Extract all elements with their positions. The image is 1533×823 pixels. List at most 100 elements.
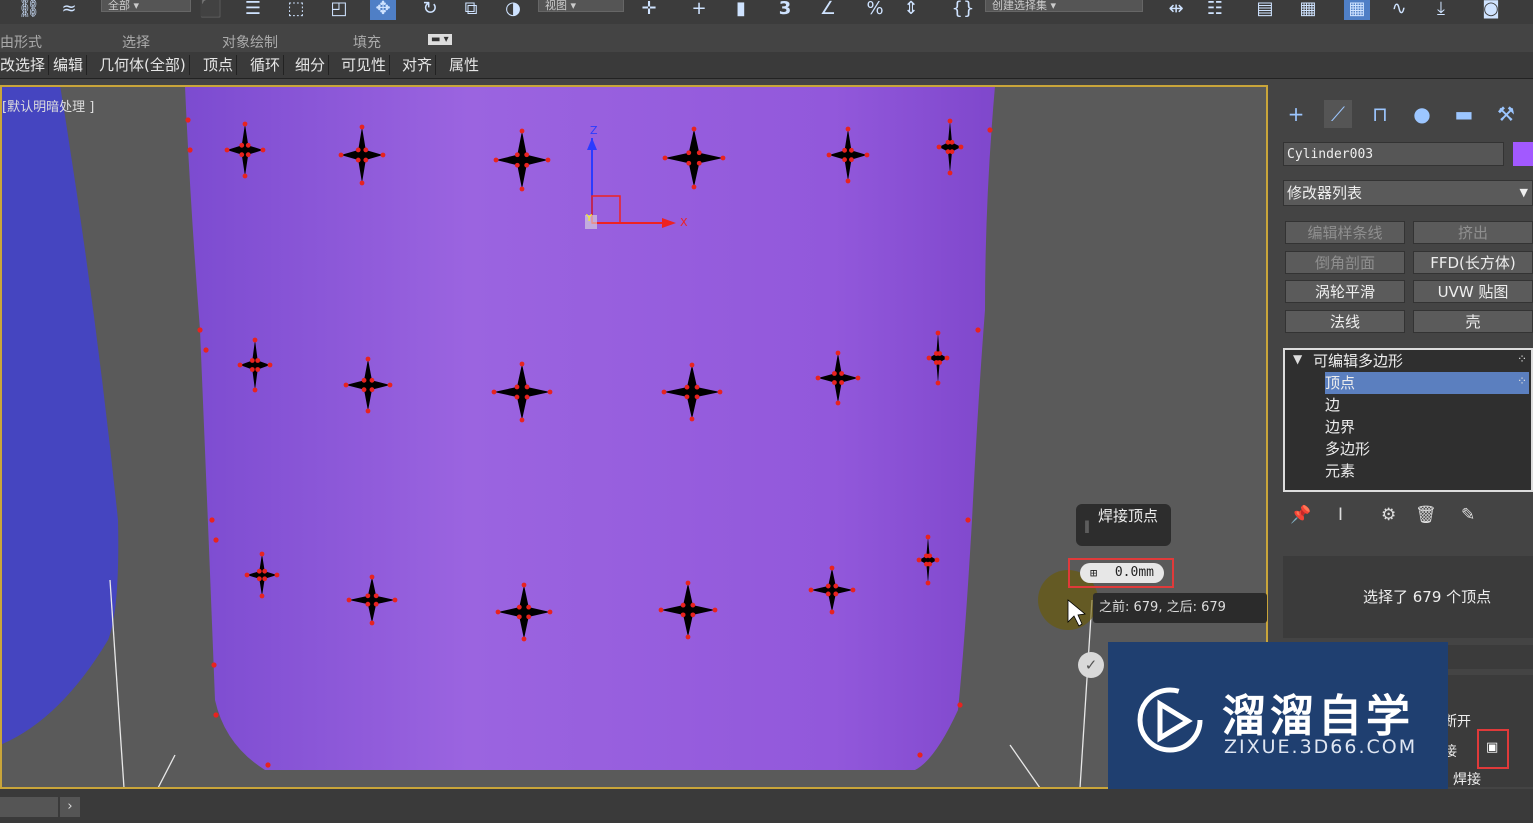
stack-editable-poly[interactable]: 可编辑多边形 [1313, 350, 1403, 372]
stack-polygon[interactable]: 多边形 [1325, 438, 1370, 460]
ribbon-options-icon[interactable]: ▬ ▾ [428, 34, 452, 45]
vertex-dot [361, 387, 367, 393]
weld-caddy[interactable]: ‖ 焊接顶点 [1076, 504, 1171, 546]
vertex-dot [521, 582, 527, 588]
reference-coord-dropdown[interactable]: 视图 ▾ [538, 0, 624, 12]
object-color-swatch[interactable] [1513, 142, 1533, 166]
mod-turbosmooth-button[interactable]: 涡轮平滑 [1285, 280, 1405, 303]
configure-sets-icon[interactable]: ✎ [1461, 505, 1475, 525]
vertex-dot [680, 612, 686, 618]
pivot-icon[interactable]: ✛ [636, 0, 662, 20]
ribbon-subdivide[interactable]: 细分 [292, 55, 330, 75]
named-selection-dropdown[interactable]: 创建选择集 ▾ [985, 0, 1143, 12]
tab-populate[interactable]: 填充 [353, 32, 381, 52]
tab-selection[interactable]: 选择 [122, 32, 150, 52]
ribbon-edit[interactable]: 编辑 [50, 55, 88, 75]
layer-explorer-icon[interactable]: ▤ [1252, 0, 1278, 20]
ribbon-properties[interactable]: 属性 [446, 55, 482, 75]
snap-toggle-icon[interactable]: + [686, 0, 712, 20]
vertex-dot [808, 587, 814, 593]
bind-icon[interactable]: ≈ [56, 0, 82, 20]
vertex-dot [355, 147, 361, 153]
mirror-icon[interactable]: ⇹ [1163, 0, 1189, 20]
vertex-dot [373, 593, 379, 599]
vertex-dot [524, 162, 530, 168]
ribbon-visibility[interactable]: 可见性 [338, 55, 391, 75]
vertex-dot [265, 762, 271, 768]
modifier-list-dropdown[interactable]: 修改器列表 ▼ [1283, 180, 1533, 206]
vertex-dot [355, 157, 361, 163]
remove-modifier-icon[interactable]: 🗑 [1415, 505, 1437, 525]
spinner-snap-icon[interactable]: ⇕ [898, 0, 924, 20]
stack-border[interactable]: 边界 [1325, 416, 1355, 438]
schematic-icon[interactable]: ⤓ [1428, 0, 1454, 20]
time-slider[interactable] [0, 797, 58, 817]
perspective-viewport[interactable]: Z X Y [0, 85, 1268, 789]
scale-icon[interactable]: ⧉ [458, 0, 484, 20]
show-end-result-icon[interactable]: Ⅰ [1338, 505, 1343, 525]
mod-shell-button[interactable]: 壳 [1413, 310, 1533, 333]
ribbon-vertex[interactable]: 顶点 [200, 55, 238, 75]
ribbon-geometry-all[interactable]: 几何体(全部) [96, 55, 190, 75]
tab-freeform[interactable]: 自由形式 [0, 32, 42, 52]
display-tab-icon[interactable]: ▬ [1450, 100, 1478, 128]
ribbon-align[interactable]: 对齐 [399, 55, 437, 75]
angle-snap-icon[interactable]: ∠ [815, 0, 841, 20]
window-crossing-icon[interactable]: ◰ [326, 0, 352, 20]
weld-threshold-value[interactable]: 0.0mm [1115, 565, 1154, 580]
mod-ffd-box-button[interactable]: FFD(长方体) [1413, 251, 1533, 274]
vertex-dot [686, 160, 692, 166]
scene-explorer-icon[interactable]: ▦ [1295, 0, 1321, 20]
vertex-dot [343, 382, 349, 388]
placement-icon[interactable]: ◑ [500, 0, 526, 20]
weld-threshold-field[interactable]: ⊞ 0.0mm [1068, 558, 1174, 588]
weld-settings-button[interactable]: ▣ [1477, 729, 1509, 769]
rotate-icon[interactable]: ↻ [417, 0, 443, 20]
ribbon-loop[interactable]: 循环 [247, 55, 285, 75]
material-editor-icon[interactable]: ◙ [1478, 0, 1504, 20]
select-object-icon[interactable]: ⬛ [198, 0, 224, 20]
curve-editor-icon[interactable]: ∿ [1386, 0, 1412, 20]
vertex-dot [957, 702, 963, 708]
stack-edge[interactable]: 边 [1325, 394, 1340, 416]
create-tab-icon[interactable]: + [1282, 100, 1310, 128]
caddy-drag-handle-icon[interactable]: ‖ [1084, 514, 1090, 538]
stack-vertex[interactable]: 顶点 [1325, 372, 1355, 394]
mod-edit-spline-button[interactable]: 编辑样条线 [1285, 221, 1405, 244]
motion-tab-icon[interactable]: ● [1408, 100, 1436, 128]
pin-stack-icon[interactable]: 📌 [1290, 505, 1311, 525]
make-unique-icon[interactable]: ⚙ [1381, 505, 1396, 525]
link-icon[interactable]: ⛓ [16, 0, 42, 20]
stack-element[interactable]: 元素 [1325, 460, 1355, 482]
utilities-tab-icon[interactable]: ⚒ [1492, 100, 1520, 128]
mod-uvw-map-button[interactable]: UVW 贴图 [1413, 280, 1533, 303]
vertex-dot [849, 157, 854, 163]
expand-triangle-icon[interactable]: ▼ [1293, 352, 1302, 366]
move-icon[interactable]: ✥ [370, 0, 396, 20]
mod-bevel-profile-button[interactable]: 倒角剖面 [1285, 251, 1405, 274]
target-weld-button[interactable]: 焊接 [1453, 769, 1481, 789]
snap-3d-icon[interactable]: 3 [772, 0, 798, 20]
vertex-dot [965, 517, 971, 523]
keyboard-shortcut-icon[interactable]: ▮ [728, 0, 754, 20]
caddy-ok-icon[interactable]: ✓ [1078, 652, 1104, 678]
vertex-dot [260, 147, 266, 153]
hierarchy-tab-icon[interactable]: ⊓ [1366, 100, 1394, 128]
percent-snap-icon[interactable]: % [862, 0, 888, 20]
edit-named-sel-icon[interactable]: {} [950, 0, 976, 20]
vertex-dot [686, 150, 692, 156]
tab-object-paint[interactable]: 对象绘制 [222, 32, 278, 52]
vertex-dot [392, 597, 398, 603]
select-by-name-icon[interactable]: ☰ [240, 0, 266, 20]
object-name-field[interactable]: Cylinder003 [1283, 142, 1504, 166]
align-icon[interactable]: ☷ [1202, 0, 1228, 20]
modify-tab-icon[interactable]: ⟋ [1324, 100, 1352, 128]
next-frame-icon[interactable]: › [60, 797, 80, 817]
ribbon-toggle-icon[interactable]: ▦ [1344, 0, 1370, 20]
mod-extrude-button[interactable]: 挤出 [1413, 221, 1533, 244]
viewport-shading-label[interactable]: [默认明暗处理 ] [2, 96, 94, 115]
ribbon-modify-selection[interactable]: 修改选择 [0, 55, 50, 75]
selection-filter-dropdown[interactable]: 全部 ▾ [101, 0, 191, 12]
rect-region-icon[interactable]: ⬚ [283, 0, 309, 20]
mod-normal-button[interactable]: 法线 [1285, 310, 1405, 333]
